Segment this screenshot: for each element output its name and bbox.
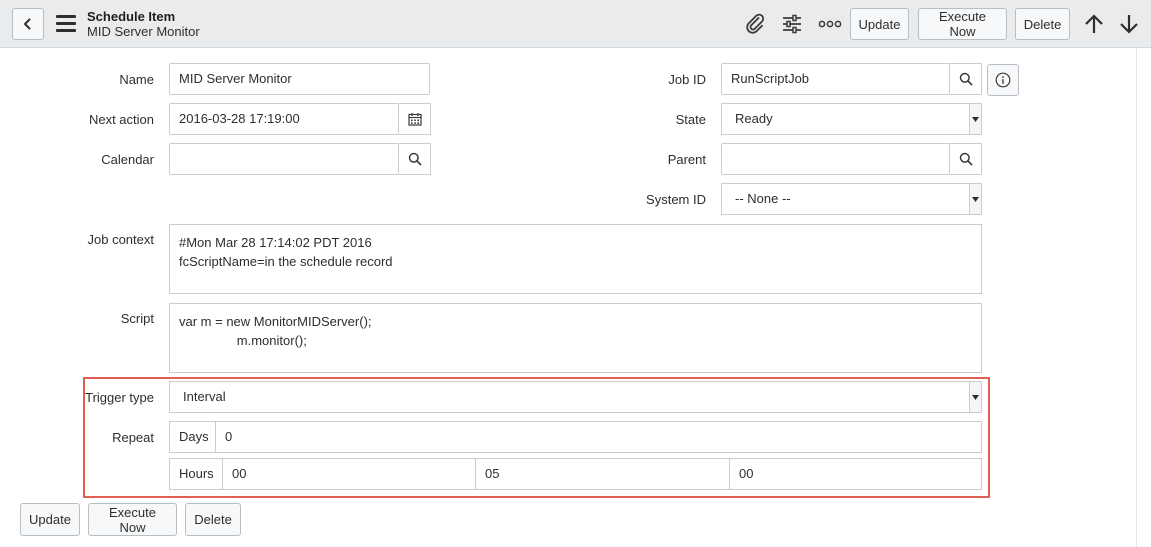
parent-lookup-button[interactable] xyxy=(950,143,982,175)
scrollbar-track[interactable] xyxy=(1136,48,1137,547)
job-id-label: Job ID xyxy=(668,72,706,87)
previous-record-button[interactable] xyxy=(1081,12,1107,36)
trigger-type-label: Trigger type xyxy=(85,390,154,405)
days-unit-label: Days xyxy=(170,422,216,452)
dropdown-arrow-icon xyxy=(969,104,981,134)
personalize-button[interactable] xyxy=(779,12,805,36)
dropdown-arrow-icon xyxy=(969,184,981,214)
footer-update-button[interactable]: Update xyxy=(20,503,80,536)
footer-execute-now-button[interactable]: Execute Now xyxy=(88,503,177,536)
info-icon xyxy=(995,72,1011,88)
trigger-type-select[interactable]: Interval xyxy=(169,381,982,413)
repeat-days-row: Days 0 xyxy=(169,421,982,453)
script-textarea[interactable]: var m = new MonitorMIDServer(); m.monito… xyxy=(169,303,982,373)
script-label: Script xyxy=(120,311,154,326)
hours-input[interactable]: 00 xyxy=(223,459,476,489)
next-record-button[interactable] xyxy=(1116,12,1142,36)
back-button[interactable] xyxy=(12,8,44,40)
job-context-textarea[interactable]: #Mon Mar 28 17:14:02 PDT 2016 fcScriptNa… xyxy=(169,224,982,294)
chevron-left-icon xyxy=(23,18,31,30)
job-id-field[interactable]: RunScriptJob xyxy=(721,63,950,95)
job-id-info-button[interactable] xyxy=(987,64,1019,96)
more-options-button[interactable] xyxy=(817,12,843,36)
system-id-value: -- None -- xyxy=(735,191,791,206)
parent-label: Parent xyxy=(667,152,706,167)
sliders-icon xyxy=(783,14,801,34)
next-action-label: Next action xyxy=(88,112,154,127)
calendar-lookup-button[interactable] xyxy=(399,143,431,175)
minutes-input[interactable]: 05 xyxy=(476,459,730,489)
execute-now-button[interactable]: Execute Now xyxy=(918,8,1007,40)
more-icon xyxy=(818,20,842,28)
state-value: Ready xyxy=(735,111,773,126)
repeat-time-row: Hours 00 05 00 xyxy=(169,458,982,490)
next-action-field[interactable]: 2016-03-28 17:19:00 xyxy=(169,103,399,135)
name-field[interactable]: MID Server Monitor xyxy=(169,63,430,95)
trigger-type-value: Interval xyxy=(183,389,226,404)
search-icon xyxy=(408,152,422,166)
hamburger-icon[interactable] xyxy=(56,15,76,33)
search-icon xyxy=(959,72,973,86)
page-title-block: Schedule Item MID Server Monitor xyxy=(87,9,200,39)
system-id-select[interactable]: -- None -- xyxy=(721,183,982,215)
name-label: Name xyxy=(119,72,154,87)
search-icon xyxy=(959,152,973,166)
calendar-field[interactable] xyxy=(169,143,399,175)
state-label: State xyxy=(675,112,706,127)
arrow-down-icon xyxy=(1120,15,1138,34)
delete-button[interactable]: Delete xyxy=(1015,8,1070,40)
state-select[interactable]: Ready xyxy=(721,103,982,135)
calendar-icon xyxy=(407,113,422,126)
attachment-button[interactable] xyxy=(742,12,768,36)
system-id-label: System ID xyxy=(646,192,706,207)
job-id-lookup-button[interactable] xyxy=(950,63,982,95)
calendar-label: Calendar xyxy=(101,152,154,167)
job-context-label: Job context xyxy=(87,232,155,247)
update-button[interactable]: Update xyxy=(850,8,909,40)
parent-field[interactable] xyxy=(721,143,950,175)
seconds-input[interactable]: 00 xyxy=(730,459,981,489)
form-header: Schedule Item MID Server Monitor Update … xyxy=(0,0,1151,48)
arrow-up-icon xyxy=(1085,14,1103,33)
page-subtitle: MID Server Monitor xyxy=(87,24,200,39)
days-input[interactable]: 0 xyxy=(216,422,981,452)
footer-delete-button[interactable]: Delete xyxy=(185,503,241,536)
repeat-label: Repeat xyxy=(112,430,154,445)
dropdown-arrow-icon xyxy=(969,382,981,412)
page-title: Schedule Item xyxy=(87,9,176,24)
paperclip-icon xyxy=(746,13,765,34)
hours-unit-label: Hours xyxy=(170,459,223,489)
date-picker-button[interactable] xyxy=(399,103,431,135)
